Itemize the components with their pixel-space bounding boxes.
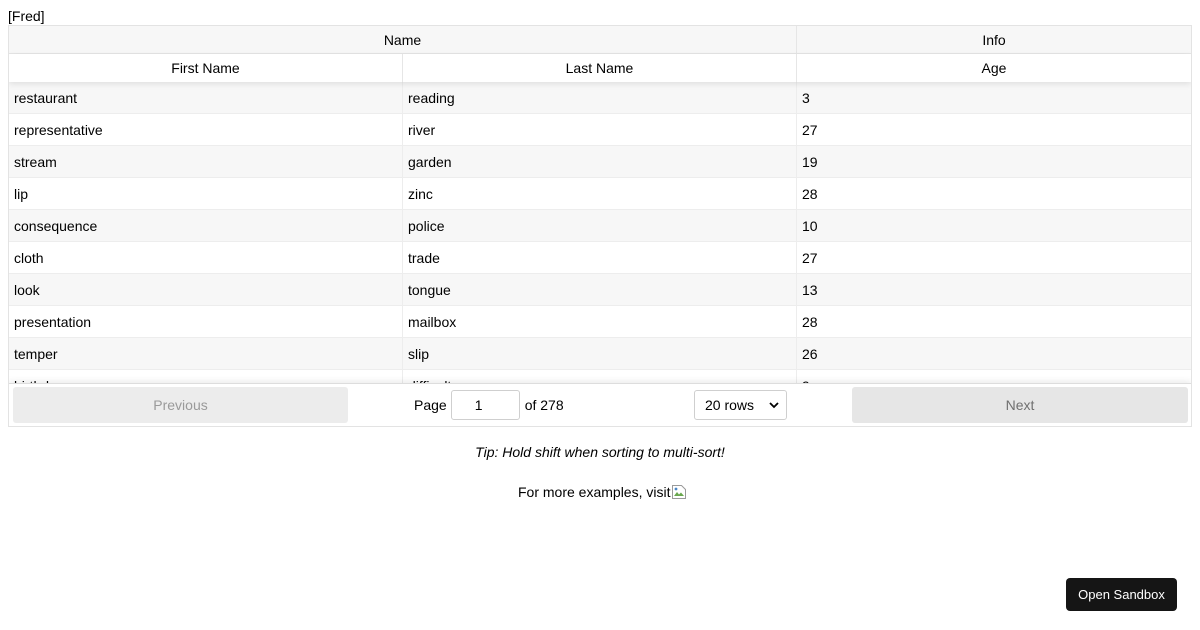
table-row: representative river 27 xyxy=(9,114,1191,146)
cell-last-name: mailbox xyxy=(403,306,797,337)
table-row: birthday difficulty 9 xyxy=(9,370,1191,384)
cell-first-name: lip xyxy=(9,178,403,209)
pagination-bar: Previous Page of 278 20 rows Next xyxy=(9,383,1191,426)
cell-first-name: restaurant xyxy=(9,82,403,113)
column-header-last-name[interactable]: Last Name xyxy=(403,54,797,82)
cell-first-name: birthday xyxy=(9,370,403,384)
table-row: look tongue 13 xyxy=(9,274,1191,306)
group-header-name: Name xyxy=(9,26,797,53)
table-row: cloth trade 27 xyxy=(9,242,1191,274)
cell-last-name: reading xyxy=(403,82,797,113)
open-sandbox-button[interactable]: Open Sandbox xyxy=(1066,578,1177,611)
cell-last-name: tongue xyxy=(403,274,797,305)
cell-last-name: trade xyxy=(403,242,797,273)
more-examples-text: For more examples, visit xyxy=(518,484,671,500)
table-row: restaurant reading 3 xyxy=(9,82,1191,114)
group-header-info: Info xyxy=(982,31,1006,48)
cell-age: 27 xyxy=(802,249,818,266)
cell-first-name: presentation xyxy=(9,306,403,337)
cell-age: 13 xyxy=(802,281,818,298)
table-row: temper slip 26 xyxy=(9,338,1191,370)
cell-age: 26 xyxy=(802,345,818,362)
page-number-input[interactable] xyxy=(450,390,520,420)
cell-age: 27 xyxy=(802,121,818,138)
cell-first-name: cloth xyxy=(9,242,403,273)
cell-first-name: consequence xyxy=(9,210,403,241)
cell-last-name: police xyxy=(403,210,797,241)
cell-last-name: river xyxy=(403,114,797,145)
next-button[interactable]: Next xyxy=(852,387,1188,423)
total-pages-label: of 278 xyxy=(524,397,564,413)
rows-per-page-select[interactable]: 20 rows xyxy=(694,390,787,420)
cell-last-name: zinc xyxy=(403,178,797,209)
cell-first-name: temper xyxy=(9,338,403,369)
table-row: consequence police 10 xyxy=(9,210,1191,242)
cell-last-name: difficulty xyxy=(403,370,797,384)
table-body[interactable]: restaurant reading 3 representative rive… xyxy=(9,82,1191,384)
sorting-tip: Tip: Hold shift when sorting to multi-so… xyxy=(475,444,725,460)
previous-button[interactable]: Previous xyxy=(13,387,348,423)
column-header-row: First Name Last Name Age xyxy=(9,54,1191,82)
more-examples-line: For more examples, visit xyxy=(518,484,687,500)
cell-age: 28 xyxy=(802,185,818,202)
cell-age: 9 xyxy=(797,370,1191,385)
cell-first-name: look xyxy=(9,274,403,305)
cell-age: 19 xyxy=(802,153,818,170)
cell-last-name: garden xyxy=(403,146,797,177)
cell-age: 3 xyxy=(802,89,810,106)
cell-age: 28 xyxy=(802,313,818,330)
cell-first-name: stream xyxy=(9,146,403,177)
column-header-first-name[interactable]: First Name xyxy=(9,54,403,82)
cell-last-name: slip xyxy=(403,338,797,369)
table-row: presentation mailbox 28 xyxy=(9,306,1191,338)
cell-first-name: representative xyxy=(9,114,403,145)
cell-age: 10 xyxy=(802,217,818,234)
rows-per-page-value: 20 rows xyxy=(705,397,755,413)
column-header-age[interactable]: Age xyxy=(797,54,1191,82)
group-header-row: Name Info xyxy=(9,26,1191,54)
page-label: Page xyxy=(414,397,447,413)
table-row: stream garden 19 xyxy=(9,146,1191,178)
user-tag: [Fred] xyxy=(8,8,45,24)
chevron-down-icon xyxy=(768,396,780,417)
data-table: Name Info First Name Last Name Age resta… xyxy=(8,25,1192,427)
page: [Fred] Name Info First Name Last Name Ag… xyxy=(0,0,1200,630)
broken-image-icon[interactable] xyxy=(671,484,687,500)
page-info: Page of 278 xyxy=(414,388,564,422)
table-row: lip zinc 28 xyxy=(9,178,1191,210)
